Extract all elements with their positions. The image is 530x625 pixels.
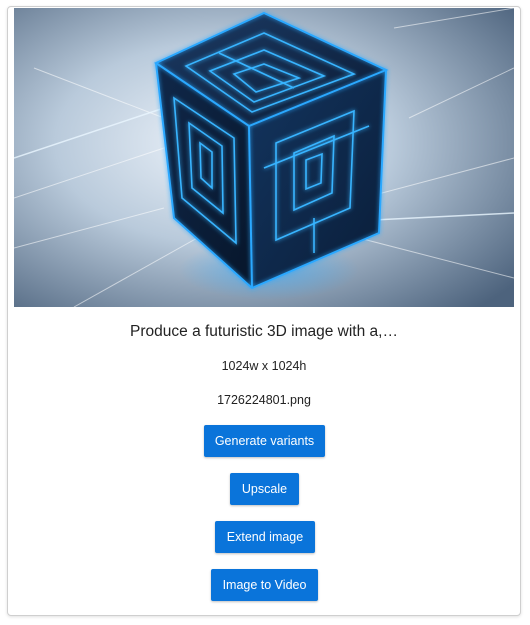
image-dimensions: 1024w x 1024h: [221, 359, 307, 373]
image-filename: 1726224801.png: [217, 393, 311, 407]
extend-image-button[interactable]: Extend image: [215, 521, 315, 553]
prompt-text: Produce a futuristic 3D image with a,…: [130, 323, 398, 340]
generated-image-canvas: [14, 8, 514, 307]
upscale-button[interactable]: Upscale: [230, 473, 299, 505]
generated-image[interactable]: [14, 8, 514, 307]
generate-variants-button[interactable]: Generate variants: [204, 425, 325, 457]
image-to-video-button[interactable]: Image to Video: [211, 569, 318, 601]
image-result-card: Produce a futuristic 3D image with a,… 1…: [7, 6, 521, 616]
